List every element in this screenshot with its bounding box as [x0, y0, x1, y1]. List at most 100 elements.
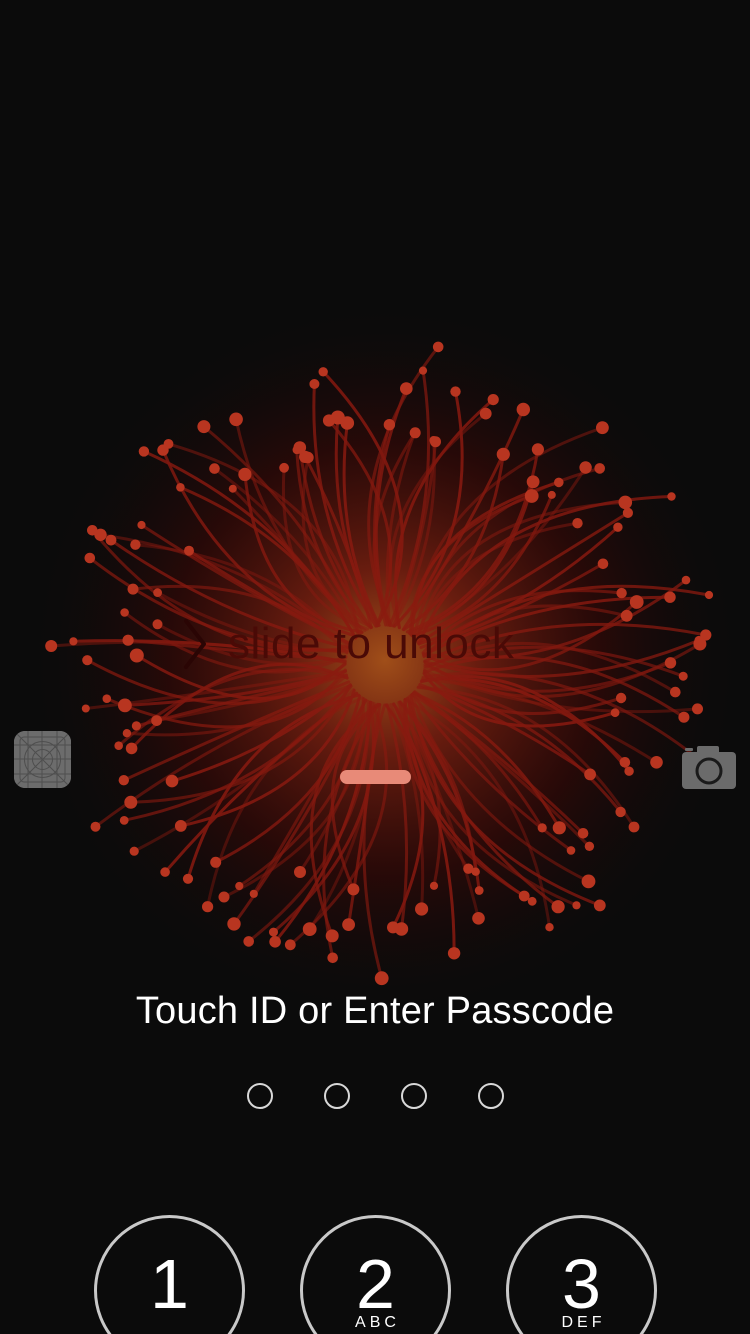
flower-petal-tip — [302, 922, 317, 936]
flower-petal-tip — [670, 686, 681, 698]
flower-petal-tip — [447, 947, 461, 960]
passcode-dots — [0, 1083, 750, 1109]
control-center-grabber-icon[interactable] — [14, 731, 71, 788]
flower-petal-tip — [129, 846, 139, 856]
flower-petal-tip — [572, 901, 581, 910]
notification-grabber[interactable] — [340, 770, 411, 784]
flower-petal-tip — [409, 427, 421, 439]
flower-petal-tip — [210, 856, 222, 868]
flower-petal-tip — [347, 883, 360, 896]
flower-petal-tip — [229, 412, 243, 427]
flower-petal-tip — [294, 866, 306, 878]
flower-petal-tip — [704, 590, 714, 600]
flower-petal-tip — [124, 795, 138, 809]
flower-petal-tip — [551, 900, 565, 914]
flower-petal-tip — [615, 692, 627, 704]
flower-petal-tip — [152, 619, 163, 630]
flower-petal-tip — [130, 539, 141, 550]
flower-petal-tip — [496, 447, 510, 461]
flower-petal-tip — [547, 490, 556, 499]
flower-petal-tip — [554, 477, 564, 488]
passcode-dot — [401, 1083, 427, 1109]
flower-petal-tip — [400, 382, 413, 395]
flower-petal-tip — [209, 463, 220, 474]
flower-petal-tip — [125, 742, 138, 755]
flower-petal-tip — [537, 823, 547, 833]
flower-petal-tip — [69, 637, 78, 646]
flower-petal-tip — [613, 522, 623, 532]
slide-to-unlock[interactable]: slide to unlock — [180, 612, 514, 676]
flower-petal-tip — [624, 766, 634, 776]
keypad-key-letters: DEF — [561, 1314, 606, 1331]
flower-petal-tip — [622, 507, 634, 518]
flower-petal-tip — [516, 402, 530, 417]
flower-petal-tip — [327, 952, 339, 964]
flower-petal-tip — [418, 366, 428, 375]
flower-petal-tip — [552, 821, 566, 835]
flower-petal-tip — [681, 575, 691, 585]
flower-petal-tip — [318, 367, 328, 377]
camera-icon[interactable] — [681, 744, 737, 790]
flower-petal-tip — [94, 528, 107, 541]
flower-petal-tip — [526, 475, 540, 489]
flower-petal-tip — [120, 608, 129, 617]
flower-petal-tip — [202, 901, 214, 913]
passcode-prompt: Touch ID or Enter Passcode — [135, 990, 615, 1032]
flower-petal-tip — [309, 379, 320, 389]
flower-petal-tip — [119, 816, 129, 825]
flower-petal-tip — [429, 881, 439, 890]
flower-petal-tip — [577, 828, 589, 839]
flower-petal-tip — [584, 768, 596, 781]
flower-petal-tip — [243, 936, 254, 947]
keypad-key-letters: ABC — [355, 1314, 400, 1331]
flower-petal-tip — [293, 441, 307, 454]
flower-petal-tip — [594, 463, 605, 474]
flower-petal-tip — [269, 927, 278, 937]
flower-petal-tip — [138, 446, 150, 457]
flower-petal-tip — [620, 609, 633, 622]
keypad-key-number: 2 — [356, 1245, 395, 1323]
flower-petal-tip — [518, 890, 530, 902]
flower-petal-tip — [597, 558, 609, 570]
flower-petal-tip — [678, 711, 690, 723]
flower-petal-tip — [122, 634, 134, 646]
flower-petal-tip — [527, 896, 537, 906]
flower-petal-tip — [610, 708, 620, 718]
flower-petal-tip — [105, 534, 117, 546]
flower-petal-tip — [387, 921, 399, 934]
flower-petal-tip — [84, 552, 96, 564]
flower-petal-tip — [235, 881, 244, 891]
flower-petal-tip — [184, 545, 194, 556]
flower-petal-tip — [616, 587, 627, 599]
flower-petal-tip — [227, 917, 241, 931]
flower-petal-tip — [269, 936, 281, 948]
flower-petal-tip — [432, 341, 444, 353]
flower-petal-tip — [330, 410, 345, 425]
flower-petal-tip — [487, 394, 499, 406]
flower-petal-tip — [153, 588, 163, 597]
flower-petal-tip — [693, 637, 707, 651]
passcode-dot — [478, 1083, 504, 1109]
flower-petal-tip — [118, 775, 129, 786]
flower-petal-tip — [176, 483, 185, 492]
flower-petal-tip — [629, 595, 644, 609]
flower-petal-tip — [174, 820, 187, 832]
flower-petal-tip — [81, 704, 90, 713]
flower-petal-tip — [479, 407, 492, 420]
flower-petal-tip — [524, 489, 539, 503]
flower-petal-tip — [82, 655, 93, 666]
flower-petal-tip — [664, 657, 677, 669]
flower-petal-tip — [664, 591, 676, 603]
flower-petal-tip — [127, 583, 139, 595]
flower-petal-tip — [165, 774, 179, 788]
flower-petal-tip — [545, 923, 554, 932]
flower-petal-tip — [279, 462, 289, 473]
flower-petal-tip — [249, 889, 258, 898]
slide-to-unlock-label: slide to unlock — [228, 619, 515, 668]
flower-petal-tip — [566, 846, 576, 855]
flower-petal-tip — [197, 420, 211, 434]
flower-petal-tip — [474, 886, 484, 895]
flower-petal-tip — [618, 495, 633, 510]
lock-screen: slide to unlock Touch ID or Enter Passco… — [0, 0, 750, 1334]
flower-petal-tip — [415, 902, 429, 916]
